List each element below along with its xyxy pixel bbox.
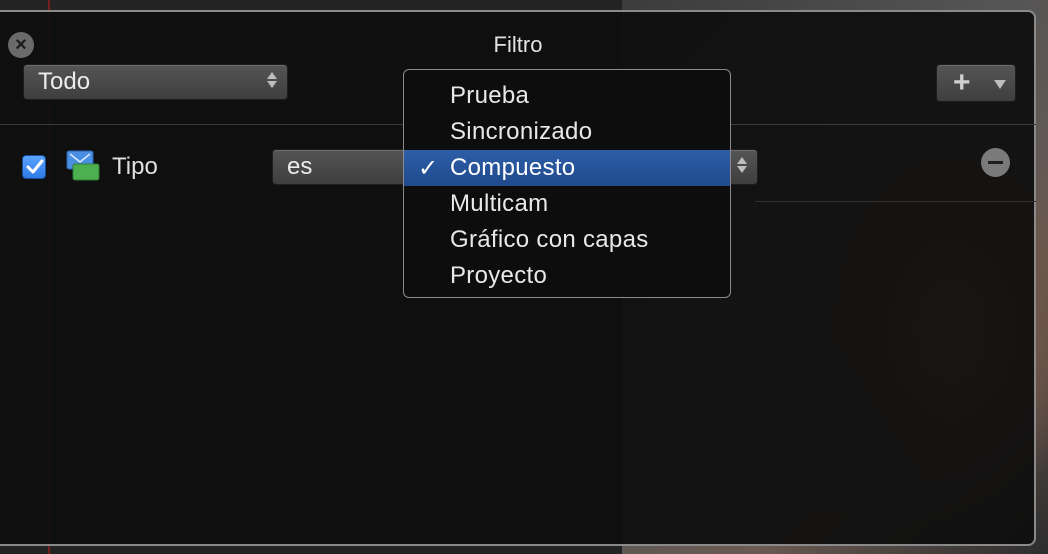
scope-select-value: Todo: [38, 68, 91, 95]
menu-item-label: Multicam: [450, 190, 549, 217]
scope-select[interactable]: Todo: [23, 64, 288, 100]
menu-item-label: Gráfico con capas: [450, 226, 649, 253]
menu-item-sincronizado[interactable]: Sincronizado: [404, 114, 730, 150]
menu-item-compuesto[interactable]: ✓ Compuesto: [404, 150, 730, 186]
operator-select-value: es: [287, 153, 313, 180]
menu-item-label: Sincronizado: [450, 118, 593, 145]
menu-item-multicam[interactable]: Multicam: [404, 186, 730, 222]
stepper-arrows-icon: [737, 157, 747, 173]
remove-rule-button[interactable]: [981, 148, 1010, 177]
menu-item-grafico-con-capas[interactable]: Gráfico con capas: [404, 222, 730, 258]
row-divider: [755, 201, 1036, 202]
menu-item-label: Compuesto: [450, 154, 576, 181]
compound-clip-icon: [66, 150, 100, 181]
menu-item-label: Prueba: [450, 82, 530, 109]
hud-title: Filtro: [493, 32, 543, 57]
chevron-down-icon: [994, 80, 1006, 89]
rule-field-label: Tipo: [112, 153, 158, 180]
menu-item-prueba[interactable]: Prueba: [404, 78, 730, 114]
rule-enabled-checkbox[interactable]: [22, 155, 46, 179]
checkmark-icon: ✓: [418, 154, 439, 182]
operator-select[interactable]: es: [272, 149, 412, 185]
type-dropdown-menu: Prueba Sincronizado ✓ Compuesto Multicam…: [403, 69, 731, 298]
menu-item-proyecto[interactable]: Proyecto: [404, 258, 730, 294]
menu-item-label: Proyecto: [450, 262, 548, 289]
stepper-arrows-icon: [267, 72, 277, 88]
plus-icon: +: [953, 66, 971, 99]
add-rule-button[interactable]: +: [936, 64, 1016, 102]
